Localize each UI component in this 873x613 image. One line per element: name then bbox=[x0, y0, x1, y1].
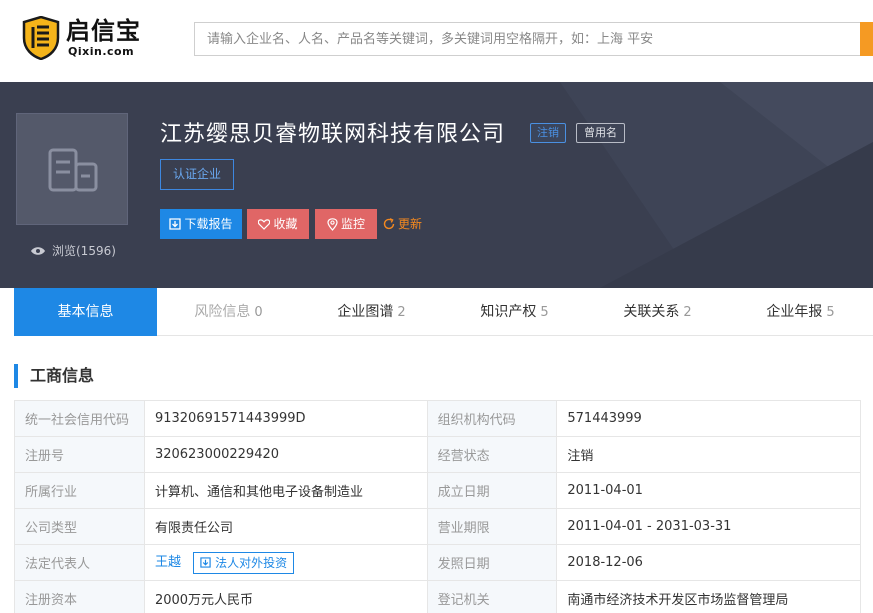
heart-icon bbox=[258, 218, 271, 230]
monitor-button[interactable]: 监控 bbox=[315, 209, 377, 239]
license-date-label: 发照日期 bbox=[426, 544, 558, 581]
authority-value: 南通市经济技术开发区市场监督管理局 bbox=[556, 580, 861, 613]
credit-code-label: 统一社会信用代码 bbox=[14, 400, 145, 437]
search-input[interactable] bbox=[195, 23, 859, 55]
building-icon bbox=[48, 148, 98, 192]
company-type-label: 公司类型 bbox=[14, 508, 145, 545]
download-icon bbox=[200, 557, 211, 568]
refresh-label: 更新 bbox=[398, 217, 423, 231]
location-pin-icon bbox=[327, 217, 338, 231]
authority-label: 登记机关 bbox=[426, 580, 558, 613]
tab-label: 关联关系 bbox=[623, 304, 680, 320]
capital-label: 注册资本 bbox=[14, 580, 145, 613]
logo-text: 启信宝 bbox=[66, 17, 141, 45]
company-tabs: 基本信息 风险信息 0 企业图谱 2 知识产权 5 关联关系 2 企业年报 5 bbox=[14, 288, 873, 336]
collect-label: 收藏 bbox=[273, 217, 298, 231]
table-row: 注册资本 2000万元人民币 登记机关 南通市经济技术开发区市场监督管理局 bbox=[14, 580, 861, 613]
reg-no-label: 注册号 bbox=[14, 436, 145, 473]
shield-logo-icon bbox=[22, 16, 60, 60]
eye-icon bbox=[31, 246, 45, 255]
tab-risk-info[interactable]: 风险信息 0 bbox=[157, 288, 300, 336]
business-info-table: 统一社会信用代码 91320691571443999D 组织机构代码 57144… bbox=[14, 400, 861, 613]
tab-company-graph[interactable]: 企业图谱 2 bbox=[300, 288, 443, 336]
verify-company-button[interactable]: 认证企业 bbox=[160, 159, 234, 190]
reg-no-value: 320623000229420 bbox=[143, 436, 428, 473]
view-count-label: 浏览(1596) bbox=[52, 244, 116, 258]
legal-rep-label: 法定代表人 bbox=[14, 544, 145, 581]
monitor-label: 监控 bbox=[340, 217, 365, 231]
collect-button[interactable]: 收藏 bbox=[247, 209, 309, 239]
tab-label: 基本信息 bbox=[57, 304, 114, 320]
business-term-label: 营业期限 bbox=[426, 508, 558, 545]
search-box bbox=[194, 22, 873, 56]
tab-intellectual-property[interactable]: 知识产权 5 bbox=[443, 288, 586, 336]
tab-label: 企业图谱 bbox=[337, 304, 394, 320]
legal-rep-link[interactable]: 王越 bbox=[155, 555, 181, 570]
refresh-button[interactable]: 更新 bbox=[383, 209, 422, 239]
legal-rep-investment-label: 法人对外投资 bbox=[215, 556, 288, 571]
top-bar: 启信宝 Qixin.com bbox=[0, 0, 873, 82]
refresh-icon bbox=[383, 218, 395, 230]
download-report-button[interactable]: 下载报告 bbox=[160, 209, 242, 239]
org-code-label: 组织机构代码 bbox=[426, 400, 558, 437]
company-type-value: 有限责任公司 bbox=[143, 508, 428, 545]
tab-count: 2 bbox=[397, 305, 406, 320]
org-code-value: 571443999 bbox=[556, 400, 861, 437]
tab-label: 风险信息 bbox=[194, 304, 251, 320]
tab-label: 企业年报 bbox=[766, 304, 823, 320]
tab-label: 知识产权 bbox=[480, 304, 537, 320]
qixin-logo[interactable]: 启信宝 Qixin.com bbox=[22, 16, 142, 62]
tab-annual-reports[interactable]: 企业年报 5 bbox=[729, 288, 872, 336]
tab-count: 0 bbox=[254, 305, 263, 320]
search-button[interactable] bbox=[860, 22, 873, 56]
table-row: 所属行业 计算机、通信和其他电子设备制造业 成立日期 2011-04-01 bbox=[14, 472, 861, 509]
license-date-value: 2018-12-06 bbox=[556, 544, 861, 581]
capital-value: 2000万元人民币 bbox=[143, 580, 428, 613]
table-row: 统一社会信用代码 91320691571443999D 组织机构代码 57144… bbox=[14, 400, 861, 437]
table-row: 注册号 320623000229420 经营状态 注销 bbox=[14, 436, 861, 473]
industry-label: 所属行业 bbox=[14, 472, 145, 509]
download-report-label: 下载报告 bbox=[184, 217, 233, 231]
tab-count: 2 bbox=[683, 305, 692, 320]
status-label: 经营状态 bbox=[426, 436, 558, 473]
download-icon bbox=[169, 218, 182, 230]
industry-value: 计算机、通信和其他电子设备制造业 bbox=[143, 472, 428, 509]
table-row: 公司类型 有限责任公司 营业期限 2011-04-01 - 2031-03-31 bbox=[14, 508, 861, 545]
company-logo-placeholder bbox=[16, 113, 128, 225]
banner-decoration bbox=[560, 82, 873, 288]
logo-subtext: Qixin.com bbox=[68, 45, 135, 58]
tab-basic-info[interactable]: 基本信息 bbox=[14, 288, 157, 336]
status-value: 注销 bbox=[556, 436, 861, 473]
tab-count: 5 bbox=[826, 305, 835, 320]
credit-code-value: 91320691571443999D bbox=[143, 400, 428, 437]
tab-count: 5 bbox=[540, 305, 549, 320]
legal-rep-investment-button[interactable]: 法人对外投资 bbox=[193, 551, 295, 574]
company-name: 江苏缨思贝睿物联网科技有限公司 bbox=[160, 122, 506, 147]
status-badge: 注销 bbox=[530, 123, 566, 143]
section-title: 工商信息 bbox=[14, 364, 94, 388]
founded-label: 成立日期 bbox=[426, 472, 558, 509]
table-row: 法定代表人 王越 法人对外投资 发照日期 2018-12-06 bbox=[14, 544, 861, 581]
former-name-button[interactable]: 曾用名 bbox=[576, 123, 625, 143]
company-banner: 浏览(1596) 江苏缨思贝睿物联网科技有限公司 注销 曾用名 认证企业 下载报… bbox=[0, 82, 873, 288]
business-term-value: 2011-04-01 - 2031-03-31 bbox=[556, 508, 861, 545]
founded-value: 2011-04-01 bbox=[556, 472, 861, 509]
view-count: 浏览(1596) bbox=[30, 242, 116, 259]
tab-related-parties[interactable]: 关联关系 2 bbox=[586, 288, 729, 336]
legal-rep-cell: 王越 法人对外投资 bbox=[143, 544, 428, 581]
